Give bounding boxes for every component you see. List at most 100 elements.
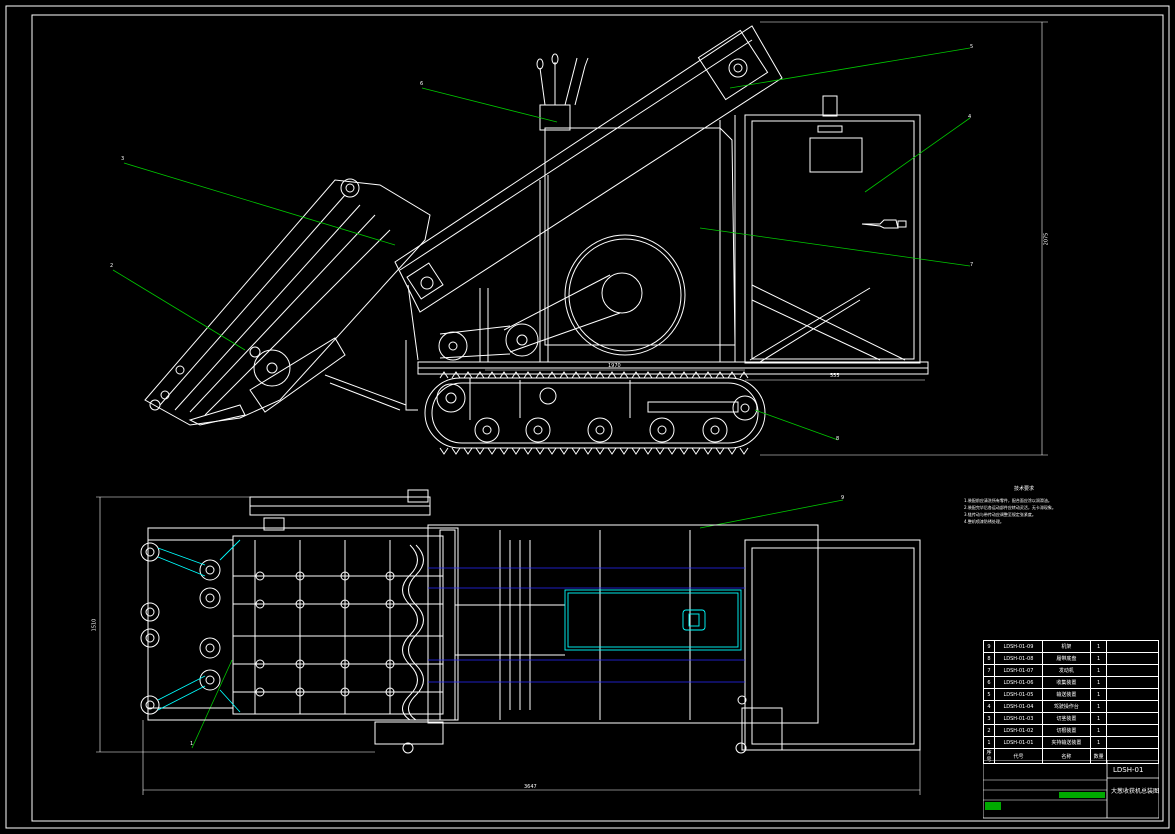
track-tooth — [547, 371, 557, 379]
bom-cell-no: 4 — [983, 700, 995, 713]
track-tooth — [571, 447, 581, 455]
track-tooth — [451, 447, 461, 455]
track-tooth — [523, 371, 533, 379]
bom-cell-name: 夹持输送装置 — [1041, 736, 1091, 749]
track-tooth — [523, 447, 533, 455]
bom-row: 6 LDSH-01-06 收集装置 1 — [983, 676, 1159, 689]
bom-cell-remark — [1106, 640, 1159, 653]
technical-notes-title: 技术要求 — [1013, 486, 1034, 492]
track-tooth — [619, 447, 629, 455]
track-tooth — [451, 371, 461, 379]
track-tooth — [475, 447, 485, 455]
track-tooth — [499, 371, 509, 379]
track-tooth — [511, 447, 521, 455]
bom-cell-remark — [1106, 724, 1159, 737]
track-tooth — [727, 447, 737, 455]
balloon-7: 7 — [970, 262, 974, 268]
technical-notes: 技术要求 1.装配前应清洗所有零件，配合面应涂以润滑油。 2.装配完毕后各运动部… — [964, 486, 1084, 525]
bom-cell-code: LDSH-01-01 — [993, 736, 1043, 749]
dim-height-side: 2075 — [1043, 232, 1050, 246]
bom-row: 1 LDSH-01-01 夹持输送装置 1 — [983, 736, 1159, 749]
track-tooth — [487, 371, 497, 379]
bom-row: 8 LDSH-01-08 履带底盘 1 — [983, 652, 1159, 665]
track-tooth — [559, 447, 569, 455]
dim-height-top: 1510 — [91, 618, 98, 632]
track-tooth — [667, 447, 677, 455]
bom-cell-code: LDSH-01-07 — [993, 664, 1043, 677]
track-tooth — [655, 371, 665, 379]
track-tooth — [715, 447, 725, 455]
track-tooth — [499, 447, 509, 455]
bom-cell-code: LDSH-01-06 — [993, 676, 1043, 689]
technical-note-line: 3.链传动与带传动应调整至规定张紧度。 — [964, 512, 1036, 517]
track-tooth — [739, 371, 749, 379]
balloon-3: 3 — [121, 156, 125, 162]
track-tooth — [631, 447, 641, 455]
bom-cell-name: 发动机 — [1041, 664, 1091, 677]
bom-row: 4 LDSH-01-04 驾驶操作台 1 — [983, 700, 1159, 713]
bom-cell-remark — [1106, 664, 1159, 677]
track-tooth — [739, 447, 749, 455]
bom-cell-no: 5 — [983, 688, 995, 701]
bom-cell-remark — [1106, 652, 1159, 665]
bom-cell-qty: 1 — [1089, 688, 1108, 701]
bom-cell-remark — [1106, 712, 1159, 725]
title-block-grid — [983, 760, 1159, 819]
track-tooth — [631, 371, 641, 379]
track-tooth — [643, 447, 653, 455]
side-view — [144, 25, 929, 449]
track-tooth — [619, 371, 629, 379]
track-tooth — [547, 447, 557, 455]
track-tooth — [583, 371, 593, 379]
balloon-4: 4 — [968, 114, 972, 120]
track-tooth — [655, 447, 665, 455]
bom-cell-code: LDSH-01-08 — [993, 652, 1043, 665]
highlight-parts — [157, 539, 742, 713]
bom-cell-code: LDSH-01-09 — [993, 640, 1043, 653]
technical-note-line: 1.装配前应清洗所有零件，配合面应涂以润滑油。 — [964, 498, 1052, 503]
track-tooth — [691, 371, 701, 379]
track-tooth — [439, 447, 449, 455]
bom-cell-qty: 1 — [1089, 724, 1108, 737]
track-tooth — [643, 371, 653, 379]
leader-lines — [112, 47, 971, 749]
balloon-9: 9 — [841, 495, 845, 501]
bom-cell-no: 6 — [983, 676, 995, 689]
track-tooth — [535, 447, 545, 455]
track-tooth — [607, 447, 617, 455]
bom-cell-qty: 1 — [1089, 736, 1108, 749]
bom-cell-no: 8 — [983, 652, 995, 665]
technical-note-line: 2.装配完毕后各运动部件应转动灵活，无卡滞现象。 — [964, 505, 1056, 510]
title-block: 9 LDSH-01-09 机架 1 8 LDSH-01-08 履带底盘 1 7 LDSH-01-0… — [983, 640, 1159, 820]
bom-cell-name: 输送装置 — [1041, 688, 1091, 701]
track-tooth — [559, 371, 569, 379]
bom-cell-no: 7 — [983, 664, 995, 677]
bom-row: 7 LDSH-01-07 发动机 1 — [983, 664, 1159, 677]
bom-cell-remark — [1106, 676, 1159, 689]
balloon-2: 2 — [110, 263, 114, 269]
bom-cell-no: 1 — [983, 736, 995, 749]
balloon-8: 8 — [836, 436, 840, 442]
bill-of-materials: 9 LDSH-01-09 机架 1 8 LDSH-01-08 履带底盘 1 7 LDSH-01-0… — [983, 640, 1159, 764]
track-tooth — [607, 371, 617, 379]
balloon-1: 1 — [190, 741, 194, 747]
bom-cell-qty: 1 — [1089, 676, 1108, 689]
bom-cell-qty: 1 — [1089, 712, 1108, 725]
bom-cell-code: LDSH-01-03 — [993, 712, 1043, 725]
bom-cell-remark — [1106, 700, 1159, 713]
bom-cell-name: 履带底盘 — [1041, 652, 1091, 665]
bom-cell-code: LDSH-01-05 — [993, 688, 1043, 701]
technical-note-line: 4.整机喷漆防锈处理。 — [964, 519, 1004, 524]
top-view — [140, 489, 921, 754]
track-tooth — [511, 371, 521, 379]
bom-cell-remark — [1106, 736, 1159, 749]
bom-cell-no: 3 — [983, 712, 995, 725]
balloon-6: 6 — [420, 81, 424, 87]
bom-cell-qty: 1 — [1089, 640, 1108, 653]
track-tooth — [595, 447, 605, 455]
track-tooth — [475, 371, 485, 379]
bom-cell-name: 驾驶操作台 — [1041, 700, 1091, 713]
bom-cell-remark — [1106, 688, 1159, 701]
bom-cell-qty: 1 — [1089, 700, 1108, 713]
bom-row: 3 LDSH-01-03 切茎装置 1 — [983, 712, 1159, 725]
